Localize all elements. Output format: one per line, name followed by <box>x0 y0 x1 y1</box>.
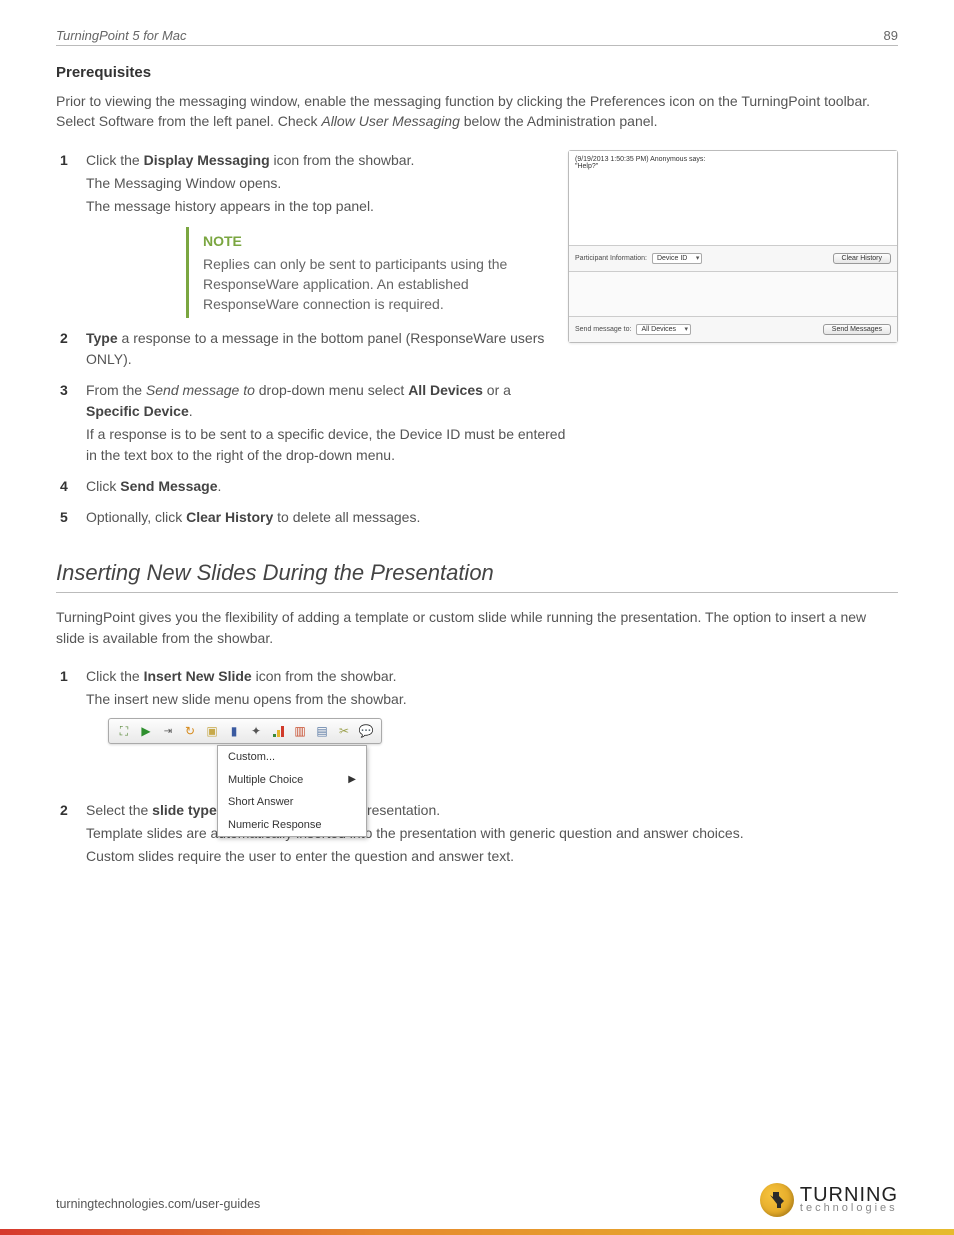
note-block: NOTE Replies can only be sent to partici… <box>186 227 526 319</box>
logo-text: TURNING technologies <box>800 1186 898 1214</box>
section2-intro: TurningPoint gives you the flexibility o… <box>56 607 898 648</box>
logo-line2: technologies <box>800 1204 898 1214</box>
insert-slide-menu: Custom... Multiple Choice▶ Short Answer … <box>217 745 367 837</box>
s2-step-2: 2 Select the slide type to be inserted i… <box>86 800 898 867</box>
step-1-sub1: The Messaging Window opens. <box>86 173 898 194</box>
steps-list-2: 1 Click the Insert New Slide icon from t… <box>56 666 898 867</box>
play-icon[interactable]: ▶ <box>139 724 153 738</box>
menu-item-multiple-choice[interactable]: Multiple Choice▶ <box>218 769 366 792</box>
participant-icon[interactable]: ✦ <box>249 724 263 738</box>
send-row: Send message to: All Devices Send Messag… <box>569 317 897 342</box>
data-icon[interactable] <box>271 724 285 738</box>
step-4: 4 Click Send Message. <box>86 476 898 497</box>
list-icon[interactable]: ▤ <box>315 724 329 738</box>
step-3-sub: If a response is to be sent to a specifi… <box>86 424 566 466</box>
note-body: Replies can only be sent to participants… <box>203 254 526 315</box>
s2-step-2-sub2: Custom slides require the user to enter … <box>86 846 898 867</box>
menu-item-short-answer[interactable]: Short Answer <box>218 791 366 814</box>
s2-step-1-sub: The insert new slide menu opens from the… <box>86 689 898 710</box>
s2-step-1: 1 Click the Insert New Slide icon from t… <box>86 666 898 744</box>
step-3: 3 From the Send message to drop-down men… <box>86 380 566 466</box>
expand-icon[interactable]: ⛶ <box>117 724 131 738</box>
step-5: 5 Optionally, click Clear History to del… <box>86 507 898 528</box>
responses-icon[interactable]: ▣ <box>205 724 219 738</box>
insert-slide-icon[interactable]: ▮ <box>227 724 241 738</box>
showbar: ⛶ ▶ ⇥ ↻ ▣ ▮ ✦ ▥ ▤ ✂ 💬 Custom... <box>108 718 382 744</box>
chart-icon[interactable]: ▥ <box>293 724 307 738</box>
footer-url: turningtechnologies.com/user-guides <box>56 1197 260 1211</box>
step-1: 1 Click the Display Messaging icon from … <box>86 150 898 319</box>
doc-title: TurningPoint 5 for Mac <box>56 28 187 43</box>
send-to-label: Send message to: <box>575 326 631 333</box>
prerequisites-heading: Prerequisites <box>56 64 898 81</box>
logo-mark-icon <box>760 1183 794 1217</box>
page-header: TurningPoint 5 for Mac 89 <box>56 28 898 46</box>
send-to-select[interactable]: All Devices <box>636 324 691 335</box>
submenu-arrow-icon: ▶ <box>348 772 356 787</box>
menu-item-numeric-response[interactable]: Numeric Response <box>218 814 366 837</box>
messaging-icon[interactable]: 💬 <box>359 724 373 738</box>
toggle-icon[interactable]: ⇥ <box>161 724 175 738</box>
step-2: 2 Type a response to a message in the bo… <box>86 328 566 370</box>
bottom-stripe <box>0 1229 954 1235</box>
note-title: NOTE <box>203 231 526 252</box>
menu-item-custom[interactable]: Custom... <box>218 746 366 769</box>
send-messages-button[interactable]: Send Messages <box>823 324 891 335</box>
section-title: Inserting New Slides During the Presenta… <box>56 560 898 593</box>
page-number: 89 <box>884 28 898 43</box>
refresh-icon[interactable]: ↻ <box>183 724 197 738</box>
showbar-figure: ⛶ ▶ ⇥ ↻ ▣ ▮ ✦ ▥ ▤ ✂ 💬 Custom... <box>108 718 898 744</box>
prerequisites-intro: Prior to viewing the messaging window, e… <box>56 91 898 132</box>
tools-icon[interactable]: ✂ <box>337 724 351 738</box>
s2-step-2-sub1: Template slides are automatically insert… <box>86 823 898 844</box>
logo: TURNING technologies <box>760 1183 898 1217</box>
step-1-sub2: The message history appears in the top p… <box>86 196 898 217</box>
